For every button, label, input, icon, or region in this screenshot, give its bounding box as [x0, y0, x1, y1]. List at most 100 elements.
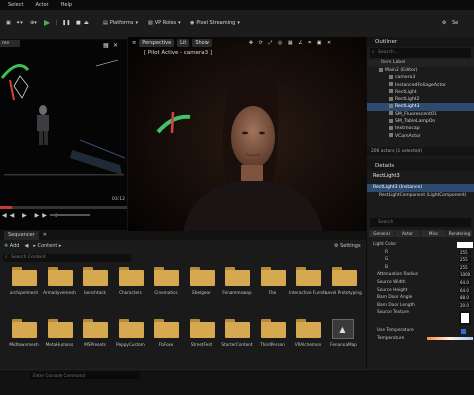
- folder-tile[interactable]: PeppyCustom: [116, 319, 149, 355]
- menu-select[interactable]: Select: [8, 2, 23, 8]
- folder-tile[interactable]: benchtack: [81, 267, 113, 303]
- folder-tile[interactable]: archipelmesh: [10, 267, 42, 303]
- eject-icon[interactable]: ⏏: [84, 20, 89, 26]
- play-options-icon[interactable]: ⋮: [54, 20, 59, 26]
- use-temperature-checkbox[interactable]: [461, 328, 466, 334]
- outliner-row[interactable]: InstancedFoliageActor: [367, 82, 474, 89]
- outliner-row[interactable]: RectLight2: [367, 96, 474, 103]
- folder-label: Armadyvemesh: [43, 290, 76, 295]
- static-mesh-icon: [389, 111, 393, 116]
- folder-label: Fbe: [268, 290, 277, 295]
- outliner-row[interactable]: VCamActor: [367, 133, 474, 140]
- add-button[interactable]: ✚ Add: [4, 243, 19, 249]
- folder-label: Characters: [119, 290, 142, 295]
- folder-tile[interactable]: MetaHumans: [46, 319, 78, 355]
- folder-tile[interactable]: StarterContent: [221, 319, 255, 355]
- folder-tile[interactable]: Ebelgear: [188, 267, 220, 303]
- property-row: Source Width 64.0: [367, 279, 474, 287]
- console-input[interactable]: Enter Console Command: [30, 372, 140, 379]
- close-icon[interactable]: ✕: [43, 231, 47, 240]
- volume-slider[interactable]: [50, 214, 90, 216]
- texture-thumbnail[interactable]: [459, 311, 471, 326]
- property-value[interactable]: 88.0: [459, 295, 471, 301]
- content-settings-button[interactable]: ⚙ Settings: [334, 243, 361, 249]
- details-component-row[interactable]: RectLightComponent (LightComponent): [367, 192, 474, 200]
- camera-preview-viewport[interactable]: me ▦ ✕ 03:12 ◀◀ ▶ ▶▶ ⏺: [0, 40, 127, 230]
- show-button[interactable]: Show: [192, 38, 212, 47]
- main-viewport[interactable]: ≡ Perspective Lit Show ✥ ⟳ ⤢ ◎ ▦ ∠ ⌗ ▣ ✕…: [128, 37, 366, 237]
- save-icon[interactable]: ▣: [6, 20, 11, 26]
- folder-tile[interactable]: Fenammowap: [222, 267, 255, 303]
- property-label: Temperature: [377, 335, 405, 341]
- pilot-active-label: [ Pilot Active - camera3 ]: [144, 50, 213, 56]
- temperature-slider[interactable]: [427, 337, 473, 341]
- select-mode-icon[interactable]: ✦▾: [16, 20, 23, 26]
- folder-tile[interactable]: Characters: [117, 267, 149, 303]
- viewport-tool-icons[interactable]: ✥ ⟳ ⤢ ◎ ▦ ∠ ⌗ ▣ ✕: [249, 40, 333, 46]
- property-label: Barn Door Length: [377, 302, 415, 308]
- folder-tile[interactable]: VRAlchemon: [294, 319, 326, 355]
- folder-tile[interactable]: Fbe: [259, 267, 291, 303]
- folder-icon: [118, 319, 144, 338]
- settings-label[interactable]: Se: [452, 20, 458, 26]
- play-button[interactable]: ▶: [44, 18, 50, 27]
- property-value[interactable]: 64.0: [459, 287, 471, 294]
- menu-actor[interactable]: Actor: [35, 2, 48, 8]
- outliner-row[interactable]: camera3: [367, 74, 474, 81]
- menu-help[interactable]: Help: [61, 2, 72, 8]
- folder-tile[interactable]: MSPresets: [81, 319, 113, 355]
- outliner-row-selected[interactable]: RectLight3: [367, 103, 474, 111]
- outliner-row[interactable]: RectLight: [367, 89, 474, 96]
- outliner-row-label: Main2 (Editor): [385, 68, 418, 73]
- folder-icon: [12, 267, 37, 286]
- platforms-menu[interactable]: ▤ Platforms ▾: [103, 20, 138, 26]
- property-value[interactable]: 20.0: [459, 302, 471, 309]
- property-value[interactable]: 255: [459, 249, 471, 256]
- lit-button[interactable]: Lit: [177, 38, 190, 47]
- property-value[interactable]: 64.0: [459, 279, 471, 286]
- vp-roles-menu[interactable]: ▧ VP Roles ▾: [148, 20, 181, 26]
- tab-general[interactable]: General: [369, 230, 394, 237]
- folder-tile[interactable]: FbFoxe: [152, 319, 184, 355]
- outliner-row[interactable]: textmocap: [367, 125, 474, 132]
- outliner-search-input[interactable]: ⌕ Search...: [370, 48, 471, 58]
- tab-misc[interactable]: Misc: [421, 230, 446, 237]
- property-value[interactable]: 255: [459, 264, 471, 271]
- tab-sequencer[interactable]: Sequencer: [4, 231, 39, 240]
- timeline-track[interactable]: [0, 206, 127, 209]
- stop-icon[interactable]: ■: [76, 20, 81, 26]
- folder-tile[interactable]: Interactive Furniture: [289, 267, 327, 303]
- perspective-button[interactable]: Perspective: [139, 38, 175, 47]
- content-search-input[interactable]: ⌕ Search Content: [3, 254, 131, 262]
- folder-tile[interactable]: ThirdPerson: [259, 319, 291, 355]
- nav-back-icon[interactable]: ◀: [24, 243, 28, 249]
- outliner-column-header[interactable]: Item Label: [367, 59, 474, 67]
- outliner-row[interactable]: SM_TableLampOn: [367, 118, 474, 125]
- details-panel: Details RectLight3 RectLight3 (Instance)…: [366, 161, 474, 395]
- tab-actor[interactable]: Actor: [395, 230, 420, 237]
- folder-tile[interactable]: ▲ FenannaMap: [330, 319, 362, 355]
- folder-tile[interactable]: Level Prototyping: [325, 267, 362, 303]
- folder-icon: [225, 267, 250, 286]
- outliner-row[interactable]: Main2 (Editor): [367, 67, 474, 74]
- property-value[interactable]: 1000: [459, 272, 471, 278]
- folder-tile[interactable]: Cinematics: [152, 267, 184, 303]
- chevron-down-icon: ▾: [178, 20, 181, 26]
- details-search-input[interactable]: Search: [370, 218, 471, 227]
- settings-icon[interactable]: ⚙: [442, 20, 446, 26]
- folder-tile[interactable]: Midtownmesh: [9, 319, 42, 355]
- breadcrumb[interactable]: ▸ Content ▸: [33, 243, 61, 249]
- details-instance-row[interactable]: RectLight3 (Instance): [367, 184, 474, 192]
- pixel-streaming-menu[interactable]: ◉ Pixel Streaming ▾: [190, 20, 240, 26]
- tab-rendering[interactable]: Rendering: [447, 230, 472, 237]
- pause-icon[interactable]: ❚❚: [62, 20, 70, 26]
- folder-icon: [154, 267, 179, 286]
- property-value[interactable]: 255: [459, 257, 471, 263]
- add-actor-icon[interactable]: ⊕▾: [30, 20, 37, 26]
- folder-tile[interactable]: Armadyvemesh: [43, 267, 78, 303]
- bottom-tab-bar: Sequencer ✕: [0, 231, 366, 240]
- outliner-row[interactable]: SM_Fluorescent01: [367, 111, 474, 118]
- folder-tile[interactable]: StreetFest: [188, 319, 220, 355]
- light-color-swatch[interactable]: [457, 242, 473, 248]
- viewport-menu-icon[interactable]: ≡: [132, 40, 136, 46]
